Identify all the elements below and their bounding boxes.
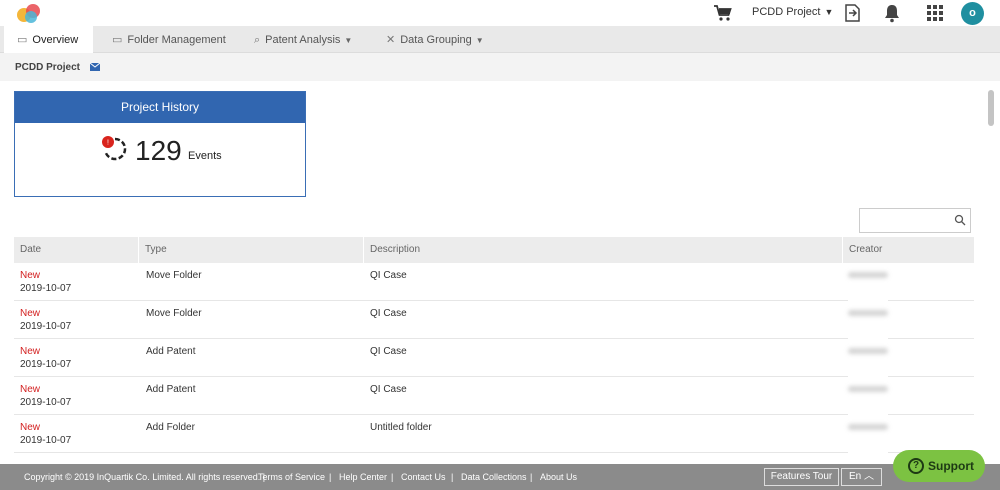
event-count: 129 <box>135 135 182 166</box>
description-cell: QI Case <box>370 308 407 319</box>
chevron-down-icon: ▼ <box>824 7 834 17</box>
main-tab-bar: ▭ Overview ▭ Folder Management ⌕ Patent Ana… <box>0 26 1000 53</box>
status-new-label: New <box>20 384 41 395</box>
table-row[interactable]: New 2019-10-07 Add Patent QI Case <box>14 377 974 415</box>
creator-cell-redacted <box>848 377 888 415</box>
tab-folder-management-label: Folder Management <box>127 34 226 46</box>
description-cell: QI Case <box>370 270 407 281</box>
tab-data-grouping-label: Data Grouping <box>400 34 472 46</box>
breadcrumb-bar: PCDD Project <box>0 53 1000 81</box>
creator-cell-redacted <box>848 301 888 339</box>
table-row[interactable]: New 2019-10-07 Add Folder Untitled folder <box>14 415 974 453</box>
type-cell: Add Folder <box>146 422 195 433</box>
footer-link-about[interactable]: About Us <box>540 472 577 482</box>
footer: Copyright © 2019 InQuartik Co. Limited. … <box>0 464 1000 490</box>
type-cell: Move Folder <box>146 308 202 319</box>
support-button[interactable]: ? Support <box>893 450 985 482</box>
mail-icon[interactable] <box>90 63 100 71</box>
history-badge: ! <box>107 140 109 147</box>
chevron-down-icon: ▼ <box>475 36 484 45</box>
top-bar: PCDD Project ▼ o <box>0 0 1000 26</box>
status-new-label: New <box>20 270 41 281</box>
date-cell: 2019-10-07 <box>20 283 72 294</box>
tab-folder-management[interactable]: ▭ Folder Management <box>112 26 226 53</box>
search-input[interactable] <box>864 212 952 229</box>
footer-divider: | <box>329 472 332 482</box>
copyright-text: Copyright © 2019 InQuartik Co. Limited. … <box>24 472 266 482</box>
tab-patent-analysis-label: Patent Analysis <box>265 34 341 46</box>
project-history-title: Project History <box>15 92 305 123</box>
column-header-creator[interactable]: Creator <box>842 237 974 263</box>
date-cell: 2019-10-07 <box>20 435 72 446</box>
history-icon: ! <box>102 136 127 161</box>
page-scrollbar[interactable] <box>988 90 994 126</box>
status-new-label: New <box>20 346 41 357</box>
footer-divider: | <box>391 472 394 482</box>
cart-icon[interactable] <box>713 4 733 22</box>
date-cell: 2019-10-07 <box>20 359 72 370</box>
table-row[interactable]: New 2019-10-07 Move Folder QI Case <box>14 301 974 339</box>
search-icon[interactable] <box>954 214 966 226</box>
column-header-date[interactable]: Date <box>14 237 138 263</box>
language-selector[interactable]: En ︿ <box>841 468 882 486</box>
event-count-label: Events <box>188 150 222 162</box>
footer-divider: | <box>451 472 454 482</box>
type-cell: Add Patent <box>146 384 196 395</box>
chevron-up-icon: ︿ <box>864 471 874 482</box>
status-new-label: New <box>20 308 41 319</box>
table-header: Date Type Description Creator <box>14 237 974 263</box>
description-cell: Untitled folder <box>370 422 432 433</box>
project-selector-label: PCDD Project <box>752 6 821 18</box>
table-row[interactable]: New 2019-10-07 Add Patent QI Case <box>14 339 974 377</box>
table-body: New 2019-10-07 Move Folder QI Case New 2019-1… <box>14 263 974 453</box>
status-new-label: New <box>20 422 41 433</box>
date-cell: 2019-10-07 <box>20 321 72 332</box>
app-logo[interactable] <box>16 3 42 23</box>
project-history-card: Project History ! 129 Events <box>14 91 306 197</box>
description-cell: QI Case <box>370 346 407 357</box>
creator-cell-redacted <box>848 263 888 301</box>
type-cell: Add Patent <box>146 346 196 357</box>
support-label: Support <box>928 459 974 473</box>
history-search-box <box>859 208 971 233</box>
help-icon: ? <box>908 458 924 474</box>
analysis-icon: ⌕ <box>254 34 261 46</box>
grouping-icon: ✕ <box>386 34 396 46</box>
tab-overview[interactable]: ▭ Overview <box>4 26 93 53</box>
project-history-body: ! 129 Events <box>15 123 305 197</box>
document-export-icon[interactable] <box>842 3 862 23</box>
creator-cell-redacted <box>848 415 888 453</box>
features-tour-button[interactable]: Features Tour <box>764 468 839 486</box>
footer-link-data-collections[interactable]: Data Collections <box>461 472 527 482</box>
creator-cell-redacted <box>848 339 888 377</box>
history-table: Date Type Description Creator New 2019-10… <box>14 237 974 453</box>
description-cell: QI Case <box>370 384 407 395</box>
column-header-type[interactable]: Type <box>138 237 363 263</box>
language-label: En <box>848 471 862 482</box>
footer-link-terms[interactable]: Terms of Service <box>258 472 325 482</box>
tab-data-grouping[interactable]: ✕ Data Grouping ▼ <box>386 26 484 53</box>
user-avatar[interactable]: o <box>961 2 984 25</box>
breadcrumb-project[interactable]: PCDD Project <box>15 62 80 73</box>
type-cell: Move Folder <box>146 270 202 281</box>
project-selector[interactable]: PCDD Project ▼ <box>752 6 833 18</box>
folder-icon: ▭ <box>112 34 123 46</box>
footer-link-contact[interactable]: Contact Us <box>401 472 446 482</box>
footer-divider: | <box>530 472 533 482</box>
column-header-description[interactable]: Description <box>363 237 842 263</box>
apps-grid-icon[interactable] <box>925 3 945 23</box>
overview-icon: ▭ <box>17 34 28 46</box>
chevron-down-icon: ▼ <box>344 36 353 45</box>
bell-icon[interactable] <box>882 3 902 23</box>
tab-overview-label: Overview <box>32 34 79 46</box>
footer-link-help[interactable]: Help Center <box>339 472 387 482</box>
date-cell: 2019-10-07 <box>20 397 72 408</box>
tab-patent-analysis[interactable]: ⌕ Patent Analysis ▼ <box>254 26 352 53</box>
table-row[interactable]: New 2019-10-07 Move Folder QI Case <box>14 263 974 301</box>
